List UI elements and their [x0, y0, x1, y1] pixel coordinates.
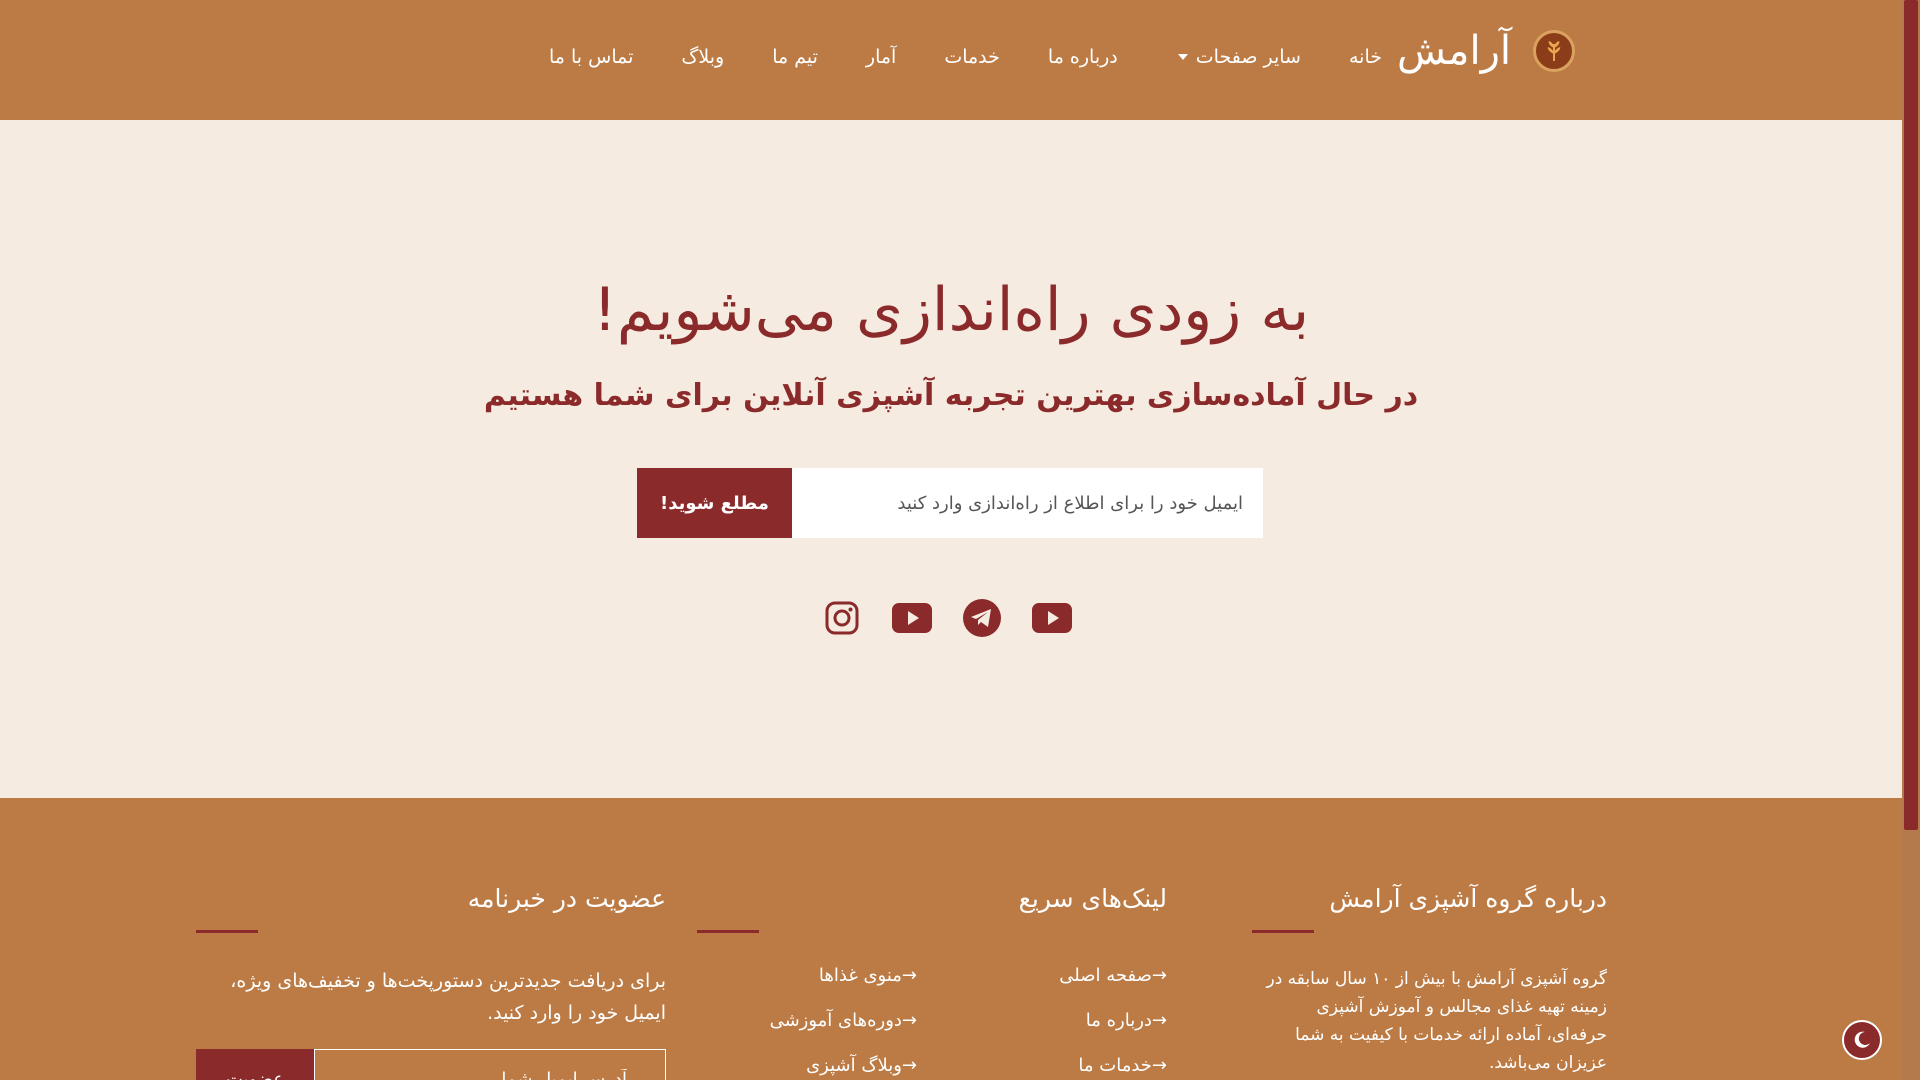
- quick-link-services[interactable]: →خدمات ما: [917, 1055, 1167, 1080]
- hero-subtitle: در حال آماده‌سازی بهترین تجربه آشپزی آنل…: [483, 378, 1419, 413]
- divider: [1252, 930, 1314, 933]
- nav-item-about[interactable]: درباره ما: [1048, 46, 1118, 68]
- nav-item-stats[interactable]: آمار: [866, 46, 896, 68]
- footer-links-title: لینک‌های سریع: [1018, 884, 1167, 913]
- newsletter-form: عضویت: [196, 1049, 666, 1080]
- notify-email-input[interactable]: [792, 468, 1263, 538]
- quick-link-menu[interactable]: →منوی غذاها: [770, 965, 917, 1010]
- footer-about-title: درباره گروه آشپزی آرامش: [1329, 884, 1607, 913]
- main-nav: خانه سایر صفحات درباره ما خدمات آمار تیم…: [549, 46, 1382, 68]
- footer-about: درباره گروه آشپزی آرامش گروه آشپزی آرامش…: [1252, 884, 1607, 1077]
- nav-item-other-pages[interactable]: سایر صفحات: [1177, 46, 1301, 68]
- nav-item-services[interactable]: خدمات: [944, 46, 1000, 68]
- footer-quick-links: لینک‌های سریع →صفحه اصلی →درباره ما →خدم…: [697, 884, 1167, 1080]
- quick-link-courses[interactable]: →دوره‌های آموزشی: [770, 1010, 917, 1055]
- nav-item-contact[interactable]: تماس با ما: [549, 46, 633, 68]
- nav-item-team[interactable]: تیم ما: [772, 46, 818, 68]
- quick-links-list: →صفحه اصلی →درباره ما →خدمات ما: [917, 965, 1167, 1080]
- scrollbar-thumb[interactable]: [1904, 0, 1918, 830]
- telegram-icon[interactable]: [962, 598, 1002, 638]
- youtube-icon[interactable]: [892, 598, 932, 638]
- footer-newsletter-title: عضویت در خبرنامه: [467, 884, 666, 913]
- instagram-icon[interactable]: [822, 598, 862, 638]
- moon-icon[interactable]: [1842, 1020, 1882, 1060]
- wheat-logo-icon: [1533, 30, 1575, 72]
- nav-item-label: سایر صفحات: [1195, 46, 1301, 68]
- nav-item-blog[interactable]: وبلاگ: [681, 46, 724, 68]
- hero-title: به زودی راه‌اندازی می‌شویم!: [592, 275, 1310, 345]
- site-header: آرامش خانه سایر صفحات درباره ما خدمات آم…: [0, 0, 1902, 120]
- social-links: [822, 598, 1072, 638]
- quick-link-blog[interactable]: →وبلاگ آشپزی: [770, 1055, 917, 1080]
- divider: [196, 930, 258, 933]
- scrollbar[interactable]: [1902, 0, 1920, 1080]
- footer-newsletter-text: برای دریافت جدیدترین دستورپخت‌ها و تخفیف…: [230, 970, 666, 1024]
- newsletter-email-input[interactable]: [314, 1049, 666, 1080]
- notify-form: مطلع شوید!: [637, 468, 1263, 538]
- quick-link-home[interactable]: →صفحه اصلی: [917, 965, 1167, 1010]
- nav-item-home[interactable]: خانه: [1349, 46, 1382, 68]
- brand[interactable]: آرامش: [1397, 28, 1575, 74]
- site-footer: درباره گروه آشپزی آرامش گروه آشپزی آرامش…: [0, 798, 1902, 1080]
- youtube-icon[interactable]: [1032, 598, 1072, 638]
- divider: [697, 930, 759, 933]
- caret-down-icon: [1177, 54, 1188, 60]
- quick-links-list: →منوی غذاها →دوره‌های آموزشی →وبلاگ آشپز…: [770, 965, 917, 1080]
- footer-newsletter: عضویت در خبرنامه برای دریافت جدیدترین دس…: [196, 884, 666, 1080]
- footer-about-text: گروه آشپزی آرامش با بیش از ۱۰ سال سابقه …: [1266, 969, 1607, 1073]
- newsletter-subscribe-button[interactable]: عضویت: [196, 1049, 314, 1080]
- notify-button[interactable]: مطلع شوید!: [637, 468, 792, 538]
- brand-name: آرامش: [1397, 28, 1511, 74]
- quick-link-about[interactable]: →درباره ما: [917, 1010, 1167, 1055]
- hero-section: به زودی راه‌اندازی می‌شویم! در حال آماده…: [0, 120, 1902, 798]
